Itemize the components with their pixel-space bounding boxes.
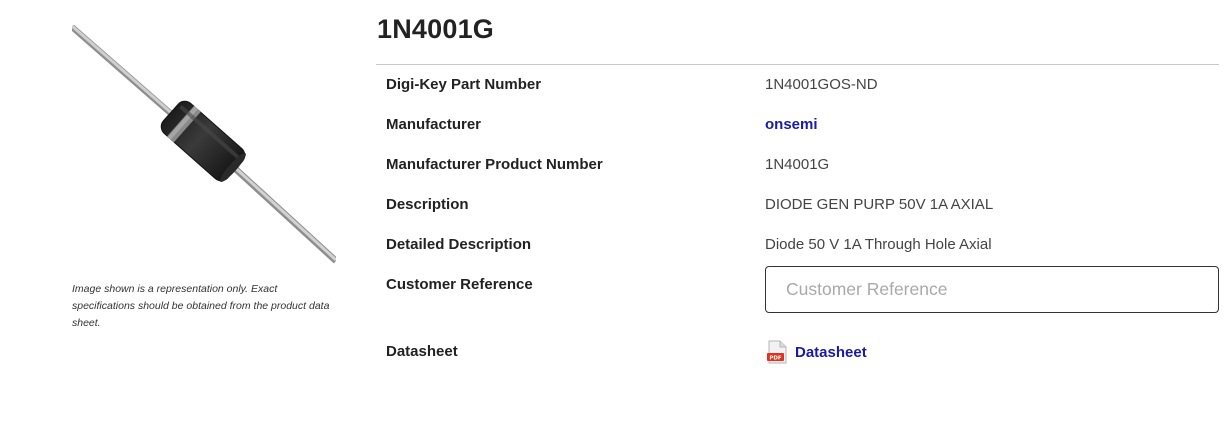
pdf-icon-text: PDF [769,355,782,361]
product-image-panel: Image shown is a representation only. Ex… [72,24,336,329]
attribute-label: Datasheet [386,343,458,360]
description-value: DIODE GEN PURP 50V 1A AXIAL [765,196,994,213]
title-divider [376,64,1219,65]
datasheet-link-label: Datasheet [795,343,867,361]
attribute-label: Manufacturer [386,116,482,133]
image-disclaimer: Image shown is a representation only. Ex… [72,283,330,329]
attribute-label: Digi-Key Part Number [386,76,542,93]
pdf-icon: PDF [767,340,787,364]
page-title: 1N4001G [377,14,494,44]
customer-reference-input[interactable] [765,266,1219,313]
digikey-part-number-value: 1N4001GOS-ND [765,76,878,93]
attribute-label: Customer Reference [386,276,533,293]
datasheet-link[interactable]: PDF Datasheet [766,340,867,364]
detailed-description-value: Diode 50 V 1A Through Hole Axial [765,236,992,253]
manufacturer-product-number-value: 1N4001G [765,156,830,173]
attribute-label: Detailed Description [386,236,532,253]
attribute-label: Manufacturer Product Number [386,156,603,173]
product-image[interactable] [72,24,336,266]
manufacturer-link[interactable]: onsemi [765,116,818,133]
attribute-label: Description [386,196,469,213]
